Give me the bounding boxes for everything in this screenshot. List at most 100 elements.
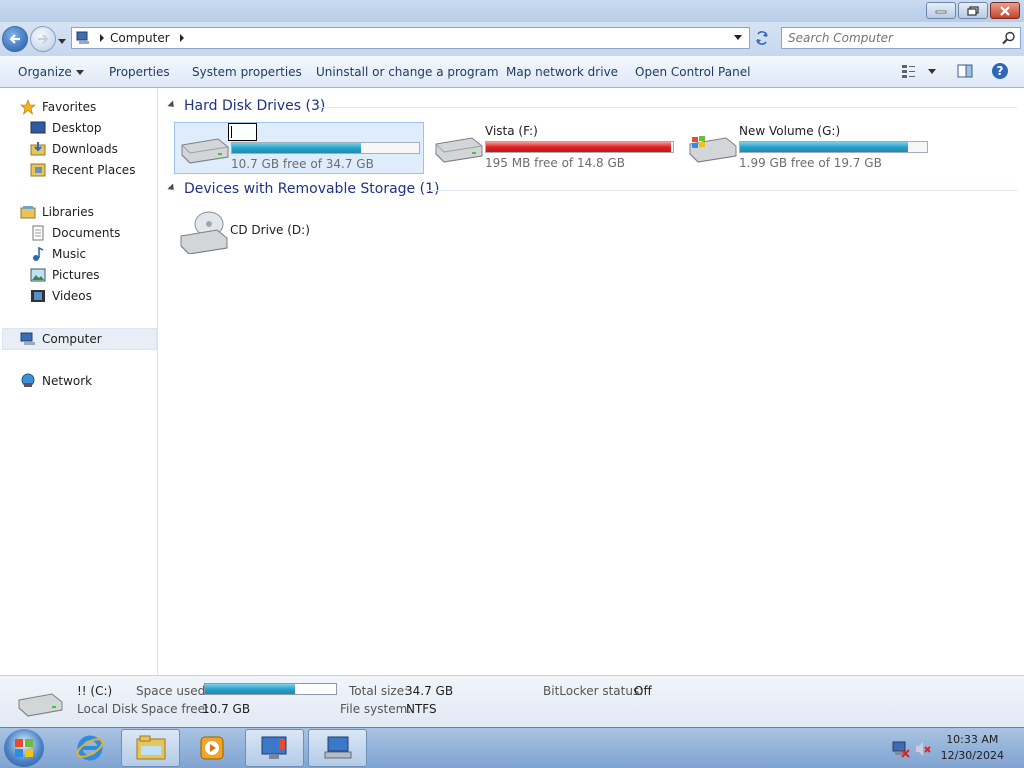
help-button[interactable]: ? (991, 62, 1009, 83)
drive-name: Vista (F:) (485, 124, 538, 138)
properties-button[interactable]: Properties (109, 65, 170, 79)
drive-free-space: 10.7 GB free of 34.7 GB (231, 157, 374, 171)
help-icon: ? (992, 63, 1008, 79)
minimize-icon (935, 10, 947, 13)
drive-usage-fill (486, 142, 672, 152)
breadcrumb-arrow-icon[interactable] (98, 34, 106, 42)
back-button[interactable] (2, 26, 28, 52)
volume-muted-icon[interactable] (914, 740, 932, 758)
windows-logo-icon (15, 739, 33, 757)
preview-pane-icon (957, 64, 973, 78)
network-icon (20, 373, 36, 389)
command-bar: Organize Properties System properties Un… (0, 56, 1024, 88)
drive-g-item[interactable]: New Volume (G:) 1.99 GB free of 19.7 GB (683, 122, 933, 174)
nav-videos[interactable]: Videos (30, 286, 92, 306)
computer-icon (20, 331, 36, 347)
computer-icon (324, 736, 351, 759)
restore-icon (967, 5, 979, 16)
cd-drive-item[interactable]: CD Drive (D:) (174, 206, 374, 258)
breadcrumb-arrow-icon[interactable] (178, 34, 186, 42)
view-options-icon (902, 65, 936, 78)
file-system-label: File system: (340, 702, 412, 716)
search-input[interactable] (788, 31, 998, 45)
nav-pictures[interactable]: Pictures (30, 265, 100, 285)
nav-documents[interactable]: Documents (30, 223, 120, 243)
nav-desktop-label: Desktop (52, 121, 102, 135)
clock[interactable]: 10:33 AM 12/30/2024 (941, 732, 1004, 764)
total-size-label: Total size: (349, 684, 409, 698)
close-button[interactable] (990, 2, 1020, 19)
nav-favorites[interactable]: Favorites (20, 97, 96, 117)
organize-label: Organize (18, 65, 72, 79)
group-header-removable[interactable]: Devices with Removable Storage (1) (167, 181, 439, 197)
svg-text:?: ? (997, 64, 1004, 78)
taskbar-explorer[interactable] (121, 729, 180, 767)
cd-drive-name: CD Drive (D:) (230, 223, 310, 237)
drive-name: New Volume (G:) (739, 124, 841, 138)
system-properties-button[interactable]: System properties (192, 65, 302, 79)
nav-downloads[interactable]: Downloads (30, 139, 118, 159)
details-drive-type: Local Disk (77, 702, 138, 716)
preview-pane-button[interactable] (956, 62, 974, 83)
star-icon (20, 99, 36, 115)
nav-recent-places[interactable]: Recent Places (30, 160, 135, 180)
computer-icon (76, 31, 89, 44)
group-header-hdd[interactable]: Hard Disk Drives (3) (167, 98, 326, 114)
recent-pages-dropdown[interactable] (58, 34, 66, 48)
breadcrumb-computer[interactable]: Computer (110, 31, 170, 45)
forward-button[interactable] (30, 26, 56, 52)
nav-desktop[interactable]: Desktop (30, 118, 102, 138)
change-view-button[interactable] (900, 62, 940, 83)
search-box[interactable] (781, 27, 1021, 49)
content-pane: Hard Disk Drives (3) 10.7 GB free of 34.… (159, 88, 1024, 675)
start-button[interactable] (4, 729, 44, 767)
taskbar-internet-explorer[interactable] (60, 729, 119, 767)
open-control-panel-button[interactable]: Open Control Panel (635, 65, 750, 79)
network-disconnected-icon[interactable] (892, 740, 910, 758)
refresh-button[interactable] (751, 27, 773, 49)
nav-music[interactable]: Music (30, 244, 86, 264)
drive-usage-bar (485, 141, 674, 153)
group-title-hdd: Hard Disk Drives (3) (184, 98, 326, 114)
collapse-arrow-icon (167, 99, 177, 110)
folder-icon (136, 735, 165, 760)
hard-disk-icon (181, 138, 229, 164)
navigation-pane: Favorites Desktop Downloads Recent Place… (0, 88, 158, 675)
address-dropdown-icon[interactable] (733, 35, 743, 41)
uninstall-program-button[interactable]: Uninstall or change a program (316, 65, 499, 79)
details-pane: !! (C:) Local Disk Space used: Space fre… (0, 675, 1024, 727)
media-player-icon (200, 736, 223, 760)
space-free-value: 10.7 GB (202, 702, 251, 716)
clock-time: 10:33 AM (946, 733, 999, 746)
hard-disk-icon (435, 137, 483, 163)
nav-computer[interactable]: Computer (20, 329, 102, 349)
file-system-value: NTFS (406, 702, 437, 716)
clock-date: 12/30/2024 (940, 749, 1004, 762)
chevron-down-icon (58, 39, 66, 44)
drive-free-space: 195 MB free of 14.8 GB (485, 156, 626, 170)
minimize-button[interactable] (926, 2, 956, 19)
window-controls (926, 2, 1020, 19)
nav-libraries[interactable]: Libraries (20, 202, 94, 222)
taskbar-computer[interactable] (308, 729, 367, 767)
taskbar-media-player[interactable] (182, 729, 241, 767)
organize-button[interactable]: Organize (18, 65, 84, 79)
windows-hard-disk-icon (689, 136, 737, 163)
address-bar[interactable]: Computer (71, 27, 750, 49)
arrow-left-icon (9, 34, 20, 44)
nav-computer-label: Computer (42, 332, 102, 346)
drive-c-item[interactable]: 10.7 GB free of 34.7 GB (174, 122, 424, 174)
collapse-arrow-icon (167, 182, 177, 193)
nav-documents-label: Documents (52, 226, 121, 240)
rename-input[interactable] (228, 123, 257, 141)
recent-places-icon (30, 162, 46, 178)
nav-network[interactable]: Network (20, 371, 92, 391)
arrow-right-icon (38, 34, 49, 44)
map-network-drive-button[interactable]: Map network drive (506, 65, 618, 79)
taskbar-remote-desktop[interactable] (245, 729, 304, 767)
remote-desktop-icon (261, 736, 286, 759)
search-icon[interactable] (1002, 31, 1016, 45)
total-size-value: 34.7 GB (405, 684, 454, 698)
restore-button[interactable] (958, 2, 988, 19)
drive-f-item[interactable]: Vista (F:) 195 MB free of 14.8 GB (429, 122, 679, 174)
